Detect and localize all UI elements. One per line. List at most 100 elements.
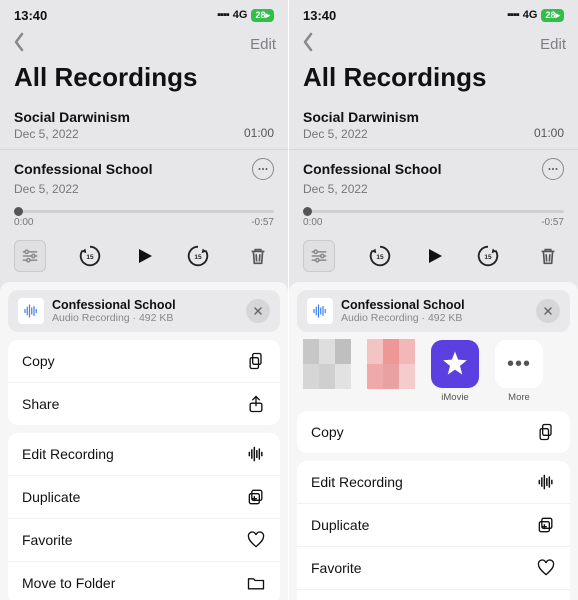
playback-controls (289, 230, 578, 282)
forward-15-icon (185, 243, 211, 269)
time-elapsed: 0:00 (14, 217, 33, 228)
folder-icon (246, 573, 266, 593)
signal-icon: ▪▪▪▪ (217, 9, 229, 21)
playback-controls (0, 230, 288, 282)
recording-date: Dec 5, 2022 (303, 182, 368, 196)
waveform-icon (246, 444, 266, 464)
recording-title: Confessional School (303, 161, 441, 177)
rewind-15-icon (77, 243, 103, 269)
close-sheet-button[interactable] (536, 299, 560, 323)
recording-title: Social Darwinism (303, 109, 419, 125)
battery-badge: 28▸ (251, 9, 274, 22)
more-button[interactable] (252, 158, 274, 180)
nav-bar: Edit (0, 30, 288, 58)
signal-icon: ▪▪▪▪ (507, 9, 519, 21)
delete-button[interactable] (242, 240, 274, 272)
heart-icon (246, 530, 266, 550)
rewind-15-button[interactable] (364, 240, 396, 272)
recording-item[interactable]: Social Darwinism Dec 5, 2022 01:00 (289, 101, 578, 150)
time-remaining: -0:57 (251, 217, 274, 228)
ellipsis-icon (256, 162, 270, 176)
recording-thumbnail (307, 298, 333, 324)
trash-icon (247, 245, 269, 267)
menu-copy[interactable]: Copy (297, 411, 570, 453)
scrubber-dot[interactable] (303, 207, 312, 216)
chevron-left-icon (301, 32, 315, 52)
options-button[interactable] (14, 240, 46, 272)
recording-item-selected[interactable]: Confessional School Dec 5, 2022 (289, 150, 578, 206)
trash-icon (537, 245, 559, 267)
close-icon (252, 305, 264, 317)
menu-copy[interactable]: Copy (8, 340, 280, 383)
share-sheet: Confessional School Audio Recording · 49… (289, 282, 578, 600)
sheet-subtitle: Audio Recording · 492 KB (52, 312, 238, 324)
menu-move-to-folder[interactable]: Move to Folder (8, 562, 280, 600)
menu-edit-recording[interactable]: Edit Recording (8, 433, 280, 476)
options-button[interactable] (303, 240, 335, 272)
ellipsis-icon (546, 162, 560, 176)
menu-share[interactable]: Share (8, 383, 280, 425)
rewind-15-button[interactable] (74, 240, 106, 272)
menu-move-to-folder[interactable]: Move to Folder (297, 590, 570, 600)
menu-duplicate[interactable]: Duplicate (8, 476, 280, 519)
sheet-header: Confessional School Audio Recording · 49… (297, 290, 570, 332)
menu-favorite[interactable]: Favorite (297, 547, 570, 590)
recording-title: Social Darwinism (14, 109, 130, 125)
copy-icon (536, 422, 556, 442)
menu-favorite[interactable]: Favorite (8, 519, 280, 562)
recording-date: Dec 5, 2022 (14, 127, 79, 141)
close-sheet-button[interactable] (246, 299, 270, 323)
back-button[interactable] (301, 32, 315, 56)
share-app-pixelated-1[interactable] (299, 340, 355, 388)
edit-button[interactable]: Edit (540, 36, 566, 53)
recording-thumbnail (18, 298, 44, 324)
forward-15-button[interactable] (182, 240, 214, 272)
star-icon (440, 349, 470, 379)
waveform-icon (536, 472, 556, 492)
more-button[interactable] (542, 158, 564, 180)
forward-15-icon (475, 243, 501, 269)
play-button[interactable] (418, 240, 450, 272)
recording-item-selected[interactable]: Confessional School Dec 5, 2022 (0, 150, 288, 206)
menu-edit-recording[interactable]: Edit Recording (297, 461, 570, 504)
heart-icon (536, 558, 556, 578)
duplicate-icon (246, 487, 266, 507)
share-app-more[interactable]: ••• More (491, 340, 547, 403)
page-title: All Recordings (0, 58, 288, 101)
copy-icon (246, 351, 266, 371)
right-screen: 13:40 ▪▪▪▪ 4G 28▸ Edit All Recordings So… (289, 0, 578, 600)
status-bar: 13:40 ▪▪▪▪ 4G 28▸ (0, 0, 288, 30)
network-label: 4G (233, 9, 248, 21)
chevron-left-icon (12, 32, 26, 52)
share-apps-row: iMovie ••• More (297, 340, 570, 403)
menu-duplicate[interactable]: Duplicate (297, 504, 570, 547)
playback-timeline[interactable]: 0:00 -0:57 (0, 206, 288, 230)
play-icon (422, 244, 446, 268)
recording-item[interactable]: Social Darwinism Dec 5, 2022 01:00 (0, 101, 288, 150)
sheet-header: Confessional School Audio Recording · 49… (8, 290, 280, 332)
network-label: 4G (523, 9, 538, 21)
forward-15-button[interactable] (472, 240, 504, 272)
share-icon (246, 394, 266, 414)
sliders-icon (309, 246, 329, 266)
scrubber-dot[interactable] (14, 207, 23, 216)
share-app-imovie[interactable]: iMovie (427, 340, 483, 403)
sheet-subtitle: Audio Recording · 492 KB (341, 312, 528, 324)
playback-timeline[interactable]: 0:00 -0:57 (289, 206, 578, 230)
recording-date: Dec 5, 2022 (303, 127, 368, 141)
play-button[interactable] (128, 240, 160, 272)
close-icon (542, 305, 554, 317)
left-screen: 13:40 ▪▪▪▪ 4G 28▸ Edit All Recordings So… (0, 0, 289, 600)
edit-button[interactable]: Edit (250, 36, 276, 53)
waveform-icon (311, 302, 329, 320)
delete-button[interactable] (532, 240, 564, 272)
back-button[interactable] (12, 32, 26, 56)
waveform-icon (22, 302, 40, 320)
page-title: All Recordings (289, 58, 578, 101)
recording-date: Dec 5, 2022 (14, 182, 79, 196)
duplicate-icon (536, 515, 556, 535)
sheet-title: Confessional School (52, 298, 238, 312)
time-remaining: -0:57 (541, 217, 564, 228)
share-app-pixelated-2[interactable] (363, 340, 419, 388)
status-bar: 13:40 ▪▪▪▪ 4G 28▸ (289, 0, 578, 30)
